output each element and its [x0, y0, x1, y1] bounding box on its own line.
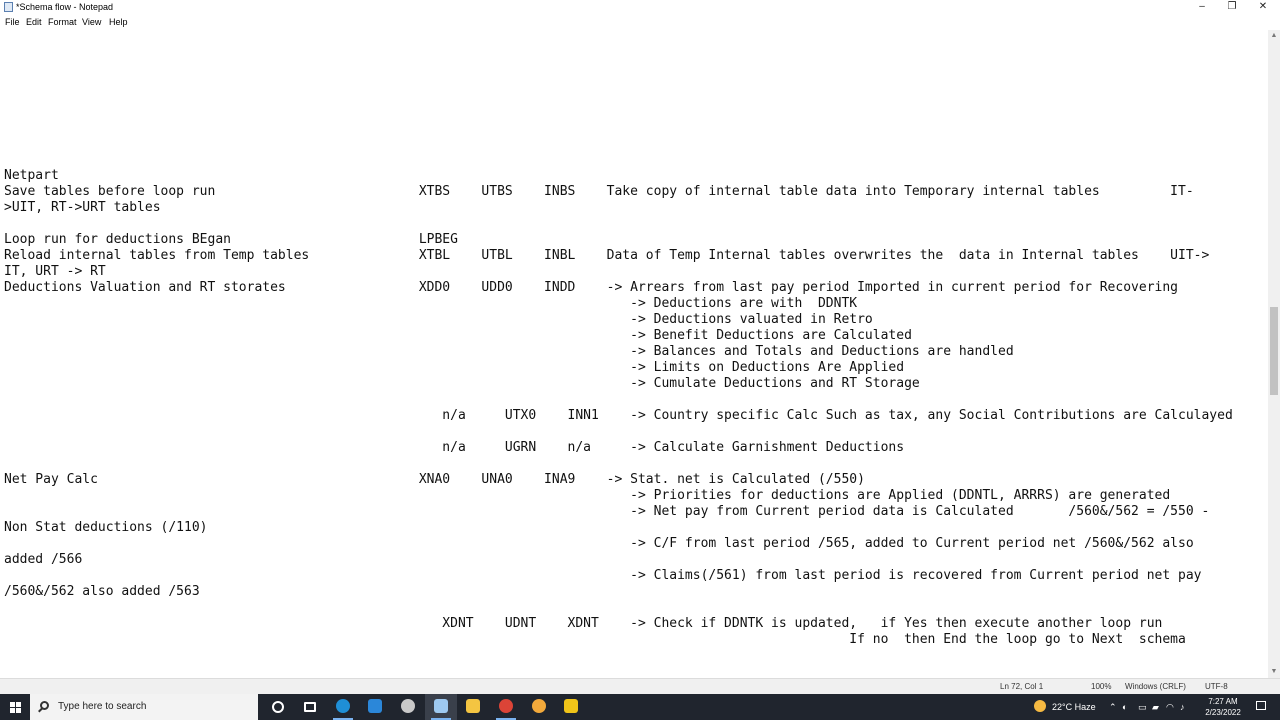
text-line: -> Balances and Totals and Deductions ar… — [4, 344, 1014, 359]
network-icon[interactable]: ▭ — [1138, 702, 1147, 713]
wifi-icon[interactable]: ◠ — [1166, 702, 1174, 713]
zoom-level: 100% — [1091, 682, 1112, 691]
menu-edit[interactable]: Edit — [26, 17, 42, 27]
notification-icon — [1256, 701, 1266, 710]
edge-taskbar-button[interactable] — [327, 694, 359, 720]
cortana-taskbar-button[interactable] — [262, 694, 294, 720]
text-line: IT, URT -> RT — [4, 264, 106, 279]
settings-app-taskbar-button[interactable] — [392, 694, 424, 720]
orange-app-icon — [532, 699, 546, 713]
text-line: Deductions Valuation and RT storates XDD… — [4, 280, 1178, 295]
window-title: *Schema flow - Notepad — [16, 2, 114, 12]
notepad-icon — [434, 699, 448, 713]
text-line: XDNT UDNT XDNT -> Check if DDNTK is upda… — [4, 616, 1163, 631]
calculator-icon — [368, 699, 382, 713]
taskbar: Type here to search 22°C Haze ⌃ ◐ ▭ ▰ ◠ … — [0, 694, 1280, 720]
menu-bar: File Edit Format View Help — [0, 14, 1280, 30]
weather-text: 22°C Haze — [1052, 702, 1096, 712]
clock-date: 2/23/2022 — [1205, 708, 1241, 717]
edge-icon — [336, 699, 350, 713]
taskbar-search-box[interactable]: Type here to search — [30, 694, 258, 720]
menu-format[interactable]: Format — [48, 17, 77, 27]
task-view-icon — [304, 702, 316, 712]
notifications-button[interactable] — [1252, 694, 1272, 720]
text-line: Loop run for deductions BEgan LPBEG — [4, 232, 458, 247]
line-ending: Windows (CRLF) — [1125, 682, 1186, 691]
title-bar: *Schema flow - Notepad – ❐ ✕ — [0, 0, 1280, 14]
yellow-app-taskbar-button[interactable] — [555, 694, 587, 720]
cortana-icon — [272, 701, 284, 713]
yellow-app-icon — [564, 699, 578, 713]
text-line: -> Limits on Deductions Are Applied — [4, 360, 905, 375]
volume-icon[interactable]: ♪ — [1180, 702, 1185, 712]
search-placeholder: Type here to search — [58, 701, 147, 712]
windows-logo-icon — [10, 702, 15, 707]
text-line: Non Stat deductions (/110) — [4, 520, 208, 535]
maximize-button[interactable]: ❐ — [1217, 0, 1247, 14]
text-line: -> Priorities for deductions are Applied… — [4, 488, 1171, 503]
close-button[interactable]: ✕ — [1248, 0, 1278, 14]
text-line: -> Cumulate Deductions and RT Storage — [4, 376, 920, 391]
cursor-position: Ln 72, Col 1 — [1000, 682, 1044, 691]
text-line: If no then End the loop go to Next schem… — [4, 632, 1186, 647]
chrome-icon — [499, 699, 513, 713]
file-explorer-taskbar-button[interactable] — [457, 694, 489, 720]
text-line: /560&/562 also added /563 — [4, 584, 200, 599]
chrome-taskbar-button[interactable] — [490, 694, 522, 720]
battery-icon[interactable]: ▰ — [1152, 702, 1159, 713]
task-view-taskbar-button[interactable] — [294, 694, 326, 720]
text-line: -> C/F from last period /565, added to C… — [4, 536, 1194, 551]
notepad-app-icon — [4, 2, 13, 12]
menu-view[interactable]: View — [82, 17, 101, 27]
text-line: n/a UTX0 INN1 -> Country specific Calc S… — [4, 408, 1233, 423]
notepad-taskbar-button[interactable] — [425, 694, 457, 720]
text-line: Net Pay Calc XNA0 UNA0 INA9 -> Stat. net… — [4, 472, 865, 487]
app-tray-icon[interactable]: ◐ — [1122, 702, 1127, 712]
scrollbar-thumb[interactable] — [1270, 307, 1278, 395]
system-tray[interactable]: ⌃ ◐ ▭ ▰ ◠ ♪ — [1106, 694, 1196, 720]
text-line: -> Benefit Deductions are Calculated — [4, 328, 912, 343]
scroll-down-arrow-icon[interactable]: ▼ — [1268, 666, 1280, 678]
menu-help[interactable]: Help — [109, 17, 128, 27]
sun-icon — [1034, 700, 1046, 712]
text-line: >UIT, RT->URT tables — [4, 200, 161, 215]
weather-widget[interactable]: 22°C Haze — [1032, 694, 1102, 720]
minimize-button[interactable]: – — [1187, 0, 1217, 14]
text-line: Reload internal tables from Temp tables … — [4, 248, 1210, 263]
encoding: UTF-8 — [1205, 682, 1228, 691]
status-bar: Ln 72, Col 1 100% Windows (CRLF) UTF-8 — [0, 678, 1280, 694]
clock-time: 7:27 AM — [1208, 697, 1238, 706]
text-line: -> Claims(/561) from last period is reco… — [4, 568, 1202, 583]
text-line: n/a UGRN n/a -> Calculate Garnishment De… — [4, 440, 905, 455]
scroll-up-arrow-icon[interactable]: ▲ — [1268, 30, 1280, 42]
taskbar-clock[interactable]: 7:27 AM 2/23/2022 — [1198, 696, 1248, 718]
text-editor-area[interactable]: Netpart Save tables before loop run XTBS … — [0, 30, 1268, 678]
settings-app-icon — [401, 699, 415, 713]
text-line: -> Deductions are with DDNTK — [4, 296, 858, 311]
start-button[interactable] — [0, 694, 30, 720]
calculator-taskbar-button[interactable] — [359, 694, 391, 720]
text-line: -> Net pay from Current period data is C… — [4, 504, 1210, 519]
vertical-scrollbar[interactable]: ▲ ▼ — [1268, 30, 1280, 678]
text-line: added /566 — [4, 552, 83, 567]
orange-app-taskbar-button[interactable] — [523, 694, 555, 720]
show-hidden-icons-icon[interactable]: ⌃ — [1109, 702, 1117, 713]
text-line: -> Deductions valuated in Retro — [4, 312, 873, 327]
file-explorer-icon — [466, 699, 480, 713]
text-line: Save tables before loop run XTBS UTBS IN… — [4, 184, 1194, 199]
text-line: Netpart — [4, 168, 59, 183]
menu-file[interactable]: File — [5, 17, 20, 27]
